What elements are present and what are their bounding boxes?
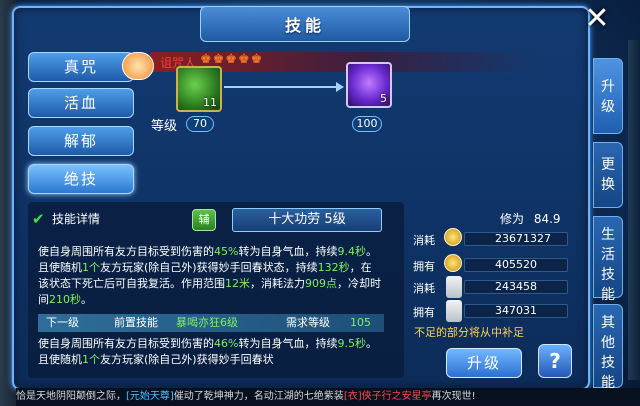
desc-highlight: 909点 — [305, 277, 337, 290]
desc-text: 。 — [81, 293, 92, 306]
required-level-value: 105 — [350, 316, 371, 329]
crown-icons: ♚♚♚♚♚ — [200, 52, 264, 67]
skill-button-zhenzhou[interactable]: 真咒 — [28, 52, 134, 82]
skill-label: 活血 — [63, 94, 98, 112]
tab-upgrade[interactable]: 升级 — [593, 58, 623, 134]
desc-highlight: 1个 — [82, 261, 100, 274]
own-gold-value: 405520 — [464, 258, 568, 272]
shortfall-note: 不足的部分将从中补足 — [414, 326, 524, 339]
game-screen: 技能 ✕ 真咒 活血 解郁 绝技 诅咒人 ♚♚♚♚♚ 11 5 等级 70 10… — [0, 0, 640, 406]
next-level-label: 下一级 — [46, 316, 79, 329]
current-skill-count: 11 — [203, 96, 217, 109]
gold-coin-icon — [444, 228, 462, 246]
required-level-label: 需求等级 — [286, 316, 330, 329]
system-ticker: 恰是天地阴阳颠倒之际，[元始天尊]催动了乾坤神力，名动江湖的七绝紫装[衣]俠子行… — [16, 388, 640, 406]
cost-scroll-value: 243458 — [464, 280, 568, 294]
next-level: 100 — [352, 116, 382, 132]
tab-replace[interactable]: 更换 — [593, 142, 623, 208]
ticker-text: 催动了乾坤神力，名动江湖的七绝紫装 — [173, 391, 344, 402]
cost-gold-value: 23671327 — [464, 232, 568, 246]
scroll-icon — [446, 300, 462, 322]
desc-highlight: 46% — [214, 337, 239, 350]
cost-gold-label: 消耗 — [413, 234, 435, 247]
tab-life-skills[interactable]: 生活技能 — [593, 216, 623, 303]
desc-text: 使自身周围所有友方目标受到伤害的 — [38, 245, 214, 258]
desc-highlight: 12米 — [225, 277, 250, 290]
cultivation-label: 修为 — [500, 212, 525, 226]
desc-text: 转为自身气血，持续 — [238, 337, 338, 350]
prereq-label: 前置技能 — [114, 316, 158, 329]
next-level-bar: 下一级 前置技能 暴喝亦狂6级 需求等级 105 — [38, 314, 384, 332]
level-label: 等级 — [151, 119, 178, 134]
ticker-text: 再次现世! — [431, 391, 476, 402]
arrow-right-icon — [224, 82, 344, 92]
skill-button-jieyu[interactable]: 解郁 — [28, 126, 134, 156]
help-button[interactable]: ? — [538, 344, 572, 378]
tab-label: 其他技能 — [601, 315, 615, 391]
desc-text: 使自身周围所有友方目标受到伤害的 — [38, 337, 214, 350]
current-skill-icon[interactable]: 11 — [176, 66, 222, 112]
current-level: 70 — [186, 116, 214, 132]
skill-stage: 十大功劳 5级 — [232, 208, 382, 232]
desc-text: 友方玩家(除自己外)获得妙手回春状 — [100, 353, 274, 366]
desc-highlight: 210秒 — [49, 293, 81, 306]
next-level-description: 使自身周围所有友方目标受到伤害的46%转为自身气血，持续9.5秒。且使随机1个友… — [38, 336, 382, 382]
desc-text: 转为自身气血，持续 — [238, 245, 338, 258]
assist-tag-icon: 辅 — [192, 209, 216, 231]
skill-label: 真咒 — [63, 58, 98, 76]
desc-highlight: 9.5秒 — [337, 337, 366, 350]
upgrade-button[interactable]: 升级 — [446, 348, 522, 378]
detail-header: 技能详情 — [52, 212, 101, 226]
background-right-edge — [628, 40, 640, 380]
desc-text: ，消耗法力 — [250, 277, 305, 290]
speaker-icon[interactable] — [122, 52, 154, 80]
next-skill-count: 5 — [380, 92, 387, 105]
tab-label: 更换 — [601, 157, 615, 193]
tab-other-skills[interactable]: 其他技能 — [593, 304, 623, 391]
desc-text: 友方玩家(除自己外)获得妙手回春状态，持续 — [100, 261, 318, 274]
ticker-link[interactable]: [元始天尊] — [126, 391, 174, 402]
window-title: 技能 — [284, 16, 325, 35]
skill-label: 绝技 — [63, 170, 98, 188]
own-gold-label: 拥有 — [413, 260, 435, 273]
tab-label: 生活技能 — [601, 227, 615, 303]
cost-scroll-label: 消耗 — [413, 282, 435, 295]
ticker-text: 恰是天地阴阳颠倒之际， — [16, 391, 126, 402]
own-scroll-value: 347031 — [464, 304, 568, 318]
scroll-icon — [446, 276, 462, 298]
own-scroll-label: 拥有 — [413, 306, 435, 319]
close-icon[interactable]: ✕ — [580, 4, 614, 36]
cultivation-value: 84.9 — [533, 212, 561, 226]
window-title-bar: 技能 — [200, 6, 410, 42]
desc-highlight: 45% — [214, 245, 239, 258]
skill-label: 解郁 — [63, 132, 98, 150]
gold-coin-icon — [444, 254, 462, 272]
current-level-description: 使自身周围所有友方目标受到伤害的45%转为自身气血，持续9.4秒。且使随机1个友… — [38, 244, 382, 308]
desc-highlight: 1个 — [82, 353, 100, 366]
cultivation: 修为 84.9 — [500, 210, 561, 227]
desc-highlight: 132秒 — [317, 261, 350, 274]
tab-label: 升级 — [601, 79, 615, 115]
prereq-value: 暴喝亦狂6级 — [176, 316, 238, 329]
next-skill-icon[interactable]: 5 — [346, 62, 392, 108]
ticker-item-link[interactable]: [衣]俠子行之安星亭 — [344, 391, 432, 402]
desc-highlight: 9.4秒 — [337, 245, 366, 258]
checkmark-icon: ✔ — [32, 210, 45, 228]
skill-button-huoxue[interactable]: 活血 — [28, 88, 134, 118]
skill-button-jueji[interactable]: 绝技 — [28, 164, 134, 194]
